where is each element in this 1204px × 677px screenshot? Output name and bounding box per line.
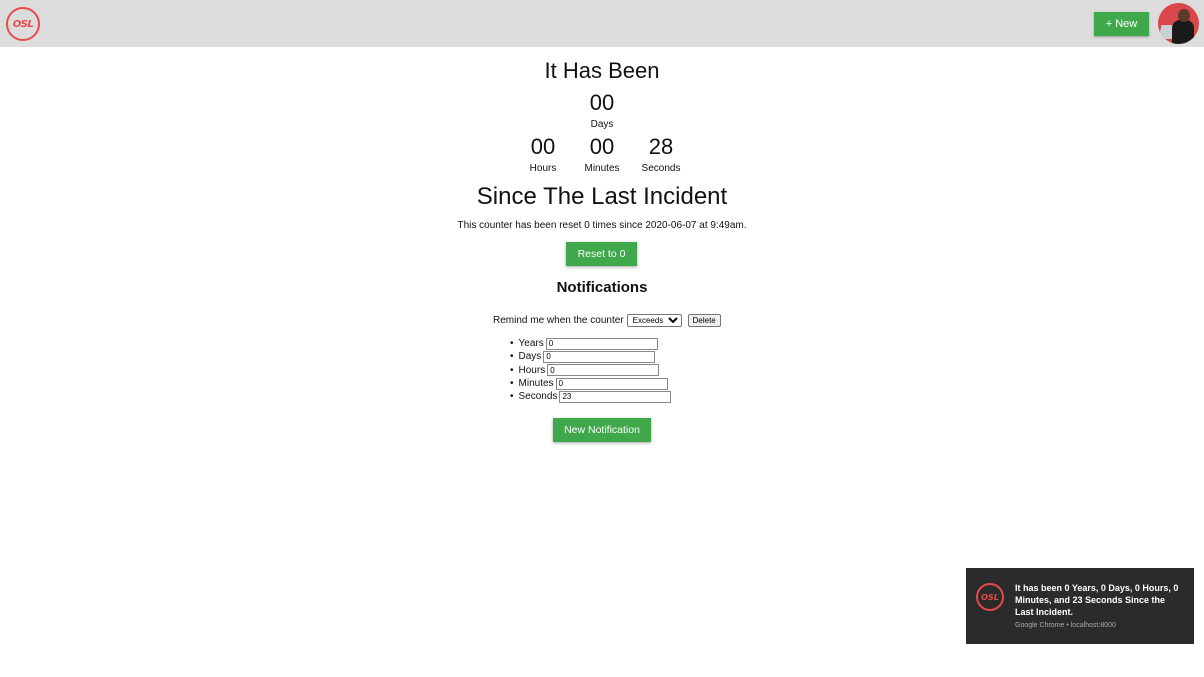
avatar-body-shape	[1172, 20, 1194, 44]
toast-source: Google Chrome • localhost:8000	[1015, 622, 1116, 629]
seconds-input[interactable]	[559, 390, 672, 403]
minutes-label: Minutes	[584, 163, 620, 174]
field-label: Days	[518, 351, 542, 363]
hours-input[interactable]	[547, 364, 660, 377]
hours-label: Hours	[529, 163, 557, 174]
new-counter-button[interactable]: + New	[1094, 12, 1149, 36]
field-seconds: Seconds	[510, 390, 672, 403]
toast-message: It has been 0 Years, 0 Days, 0 Hours, 0 …	[1015, 583, 1179, 617]
toast-logo: OSL	[976, 583, 1004, 611]
hours-value: 00	[530, 134, 556, 159]
new-notification-button[interactable]: New Notification	[553, 418, 651, 442]
notifications-title: Notifications	[556, 279, 648, 296]
counter-heading-bottom: Since The Last Incident	[476, 183, 728, 210]
seconds-value: 28	[648, 134, 674, 159]
condition-select[interactable]: Exceeds	[626, 314, 682, 327]
desktop-notification-toast[interactable]: OSL It has been 0 Years, 0 Days, 0 Hours…	[966, 568, 1194, 644]
delete-notification-button[interactable]: Delete	[687, 314, 721, 327]
field-label: Years	[518, 338, 544, 350]
toast-logo-text: OSL	[981, 592, 999, 602]
minutes-input[interactable]	[555, 377, 668, 390]
counter-heading-top: It Has Been	[544, 58, 660, 83]
field-label: Hours	[518, 364, 546, 376]
avatar-head-shape	[1178, 9, 1190, 22]
hours-unit: 00 Hours	[513, 134, 573, 175]
notification-fields-list: Years Days Hours Minutes Seconds	[510, 337, 672, 403]
field-label: Minutes	[518, 378, 554, 390]
osl-logo[interactable]: OSL	[6, 7, 40, 41]
seconds-label: Seconds	[641, 163, 681, 174]
minutes-unit: 00 Minutes	[572, 134, 632, 175]
remind-label: Remind me when the counter	[493, 315, 624, 326]
days-label: Days	[590, 119, 614, 130]
remind-row: Remind me when the counter Exceeds Delet…	[493, 314, 721, 327]
days-input[interactable]	[543, 350, 656, 363]
field-hours: Hours	[510, 364, 671, 377]
top-bar: OSL + New	[0, 0, 1204, 47]
user-avatar[interactable]	[1158, 3, 1199, 44]
minutes-value: 00	[589, 134, 615, 159]
years-input[interactable]	[545, 337, 658, 350]
field-days: Days	[510, 350, 671, 363]
field-years: Years	[510, 337, 671, 350]
field-minutes: Minutes	[510, 377, 671, 390]
days-unit: 00 Days	[572, 90, 632, 131]
reset-button[interactable]: Reset to 0	[566, 242, 637, 266]
reset-info-text: This counter has been reset 0 times sinc…	[457, 220, 747, 231]
seconds-unit: 28 Seconds	[631, 134, 691, 175]
days-value: 00	[589, 90, 615, 115]
logo-text: OSL	[12, 18, 34, 30]
field-label: Seconds	[518, 391, 558, 403]
